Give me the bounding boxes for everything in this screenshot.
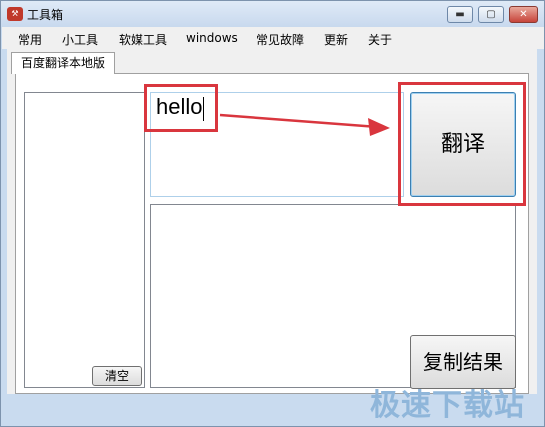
watermark-logo: 极速下载站 (370, 388, 525, 423)
title-bar[interactable]: ⚒ 工具箱 ▬ ▢ ✕ (1, 1, 544, 27)
menu-item-common[interactable]: 常用 (18, 31, 42, 48)
menu-item-ruanmei-tools[interactable]: 软媒工具 (119, 31, 167, 48)
tab-baidu-translate[interactable]: 百度翻译本地版 (11, 52, 115, 74)
menu-item-update[interactable]: 更新 (324, 31, 348, 48)
clear-button[interactable]: 清空 (92, 366, 142, 386)
app-icon: ⚒ (7, 7, 23, 21)
annotation-arrow (219, 113, 390, 136)
menu-item-windows[interactable]: windows (186, 31, 238, 45)
minimize-button[interactable]: ▬ (447, 6, 473, 23)
annotation-box-input (144, 84, 218, 132)
menu-item-about[interactable]: 关于 (368, 31, 392, 48)
close-button[interactable]: ✕ (509, 6, 538, 23)
menu-bar: 常用 小工具 软媒工具 windows 常见故障 更新 关于 (2, 27, 544, 49)
window-title: 工具箱 (27, 8, 64, 22)
history-list[interactable] (24, 92, 145, 388)
annotation-box-translate (398, 82, 526, 206)
menu-item-common-faults[interactable]: 常见故障 (256, 31, 304, 48)
maximize-button[interactable]: ▢ (478, 6, 504, 23)
menu-item-small-tools[interactable]: 小工具 (62, 31, 98, 48)
